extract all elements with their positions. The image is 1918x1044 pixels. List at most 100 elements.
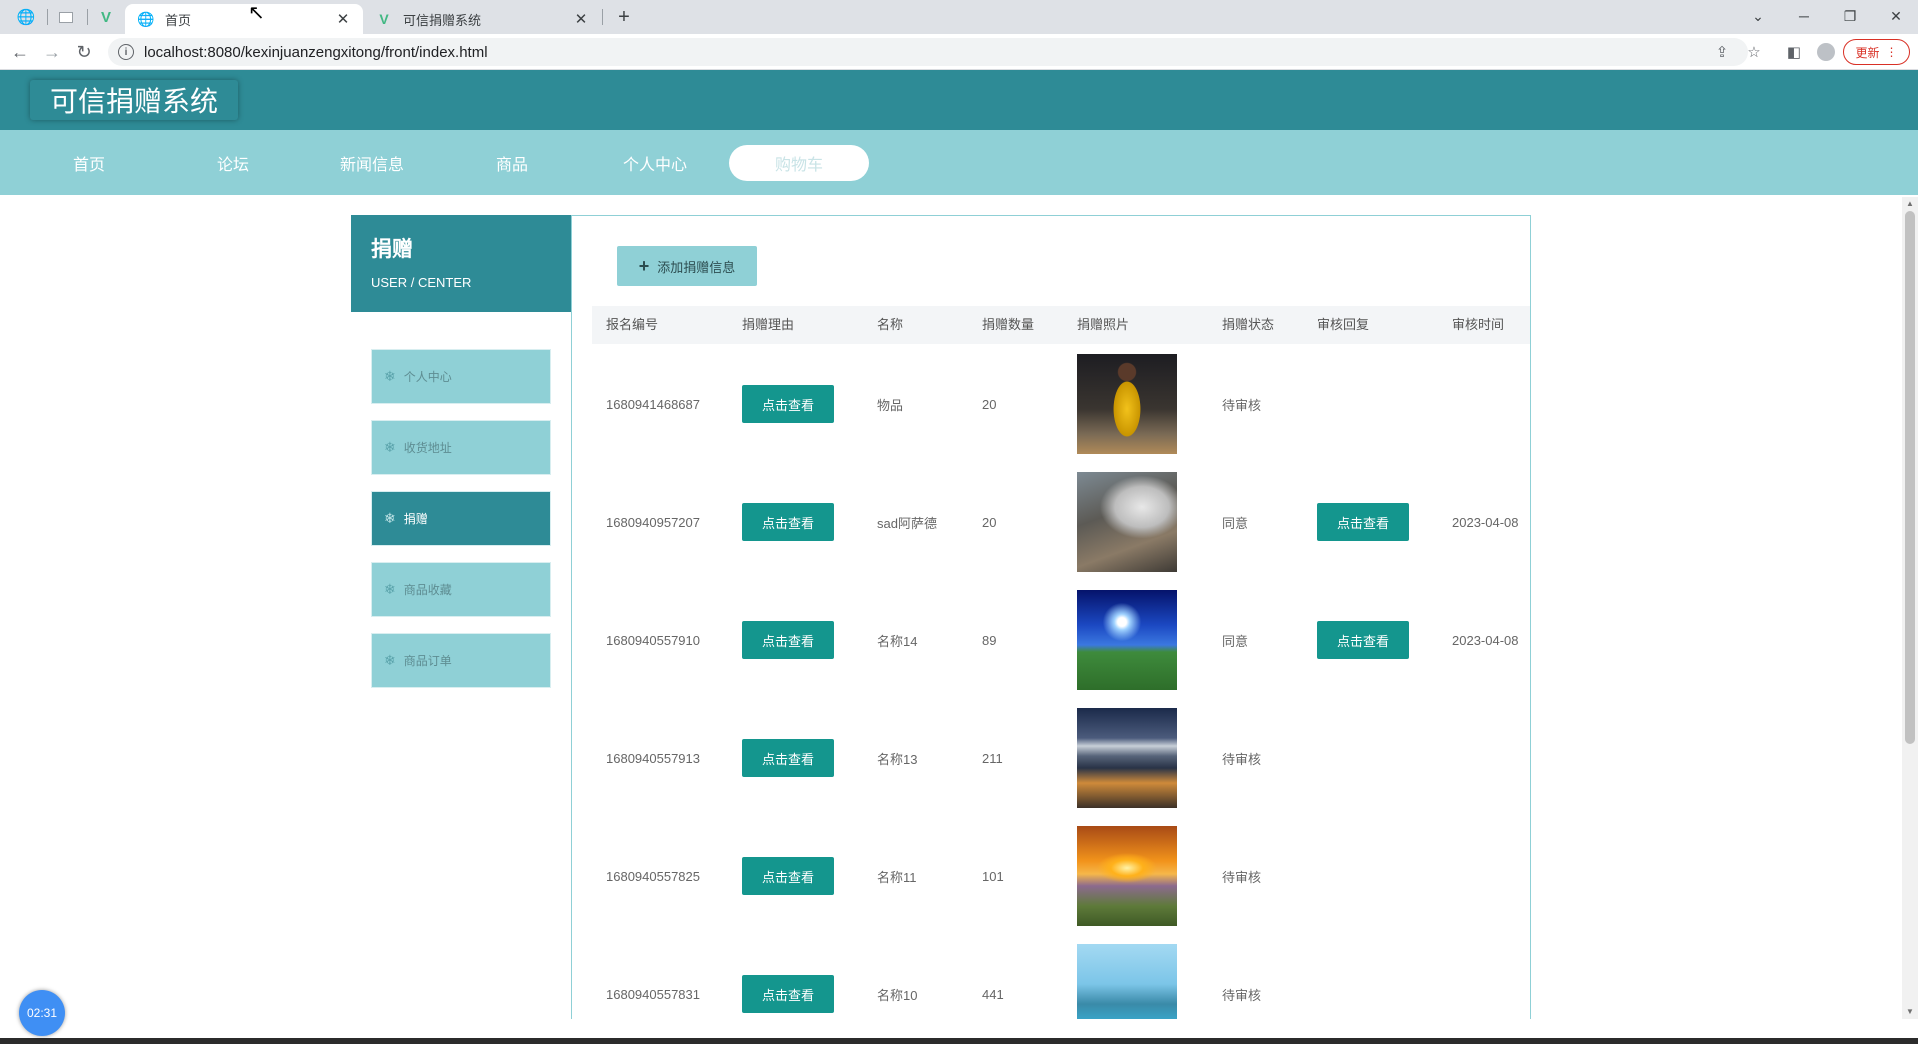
view-reply-button[interactable]: 点击查看 (1317, 503, 1409, 541)
timer-badge[interactable]: 02:31 (19, 990, 65, 1036)
snowflake-icon: ❄ (384, 510, 396, 526)
side-panel-icon: ◧ (1786, 44, 1802, 61)
view-reason-button[interactable]: 点击查看 (742, 503, 834, 541)
bookmark-button[interactable]: ☆ (1742, 40, 1766, 64)
scroll-up-arrow-icon[interactable]: ▲ (1902, 197, 1918, 209)
site-logo[interactable]: 可信捐赠系统 (30, 80, 239, 120)
photo-cell (1077, 708, 1177, 808)
main-nav: 首页 论坛 新闻信息 商品 个人中心 购物车 (0, 130, 1918, 195)
sidebar-item-user-center[interactable]: ❄ 个人中心 (371, 349, 551, 404)
nav-cart[interactable]: 购物车 (729, 145, 869, 181)
profile-button[interactable] (1814, 40, 1838, 64)
close-icon: ✕ (1890, 7, 1902, 24)
table-row: 1680941468687 点击查看 物品 20 待审核 (592, 354, 1530, 472)
cliff-steam-photo[interactable] (1077, 472, 1177, 572)
sunset-field-photo[interactable] (1077, 826, 1177, 926)
chevron-down-icon: ⌄ (1752, 7, 1764, 24)
side-panel-button[interactable]: ◧ (1782, 40, 1806, 64)
view-reason-button[interactable]: 点击查看 (742, 739, 834, 777)
page-scrollbar[interactable]: ▲ ▼ (1902, 197, 1918, 1019)
scroll-down-arrow-icon[interactable]: ▼ (1902, 1005, 1918, 1017)
close-icon[interactable]: ✕ (573, 10, 589, 28)
item-name: sad阿萨德 (877, 515, 937, 531)
item-quantity: 441 (982, 986, 1004, 1002)
lake-sky-photo[interactable] (1077, 944, 1177, 1025)
browser-tab-strip: 🌐 V 🌐 首页 ✕ V 可信捐赠系统 ✕ + ⌄ ─ ❐ ✕ (0, 0, 1918, 34)
reply-cell: 点击查看 (1317, 590, 1409, 690)
table-header: 报名编号 捐赠理由 名称 捐赠数量 捐赠照片 捐赠状态 审核回复 审核时间 (592, 306, 1530, 344)
close-icon[interactable]: ✕ (335, 10, 351, 28)
photo-cell (1077, 826, 1177, 926)
sidebar-item-label: 商品订单 (403, 654, 452, 668)
nav-forum[interactable]: 论坛 (193, 145, 273, 181)
donation-id: 1680940557831 (606, 986, 700, 1002)
plus-icon: + (618, 5, 630, 28)
column-header: 捐赠数量 (982, 317, 1035, 332)
minimize-button[interactable]: ─ (1781, 2, 1827, 30)
reason-cell: 点击查看 (742, 944, 834, 1025)
sidebar-item-donation[interactable]: ❄ 捐赠 (371, 491, 551, 546)
pinned-tab-globe[interactable]: 🌐 (8, 4, 44, 30)
restore-button[interactable]: ❐ (1827, 2, 1873, 30)
info-icon[interactable]: i (118, 44, 134, 60)
reason-cell: 点击查看 (742, 826, 834, 926)
donation-panel: + 添加捐赠信息 报名编号 捐赠理由 名称 捐赠数量 捐赠照片 捐赠状态 审核回… (571, 215, 1531, 1025)
minimize-icon: ─ (1799, 8, 1809, 24)
sidebar-item-label: 收货地址 (403, 441, 452, 455)
scroll-thumb[interactable] (1905, 211, 1915, 744)
sidebar-subtitle: USER / CENTER (371, 275, 472, 290)
add-donation-button[interactable]: + 添加捐赠信息 (617, 246, 757, 286)
view-reason-button[interactable]: 点击查看 (742, 385, 834, 423)
item-quantity: 211 (982, 750, 1003, 766)
sidebar-item-orders[interactable]: ❄ 商品订单 (371, 633, 551, 688)
snowflake-icon: ❄ (384, 652, 396, 668)
address-toolbar: ← → ↻ i localhost:8080/kexinjuanzengxito… (0, 34, 1918, 70)
nav-news[interactable]: 新闻信息 (327, 145, 417, 181)
close-window-button[interactable]: ✕ (1873, 2, 1918, 30)
new-tab-button[interactable]: + (606, 4, 642, 30)
plus-icon: + (638, 255, 650, 276)
back-button[interactable]: ← (6, 39, 34, 65)
pinned-tab-vue[interactable]: V (88, 4, 124, 30)
sidebar-item-favorites[interactable]: ❄ 商品收藏 (371, 562, 551, 617)
sidebar-header: 捐赠 USER / CENTER (351, 215, 571, 312)
share-button[interactable]: ⇪ (1710, 40, 1734, 64)
reload-button[interactable]: ↻ (70, 39, 98, 65)
item-quantity: 101 (982, 868, 1004, 884)
url-bar[interactable]: i localhost:8080/kexinjuanzengxitong/fro… (108, 38, 1748, 66)
tab-home[interactable]: 🌐 首页 ✕ (125, 4, 363, 34)
arrow-right-icon: → (43, 41, 61, 62)
table-row: 1680940957207 点击查看 sad阿萨德 20 同意 点击查看 202… (592, 472, 1530, 590)
donation-id: 1680940957207 (606, 514, 700, 530)
basketball-player-photo[interactable] (1077, 354, 1177, 454)
share-icon: ⇪ (1715, 44, 1729, 61)
arrow-left-icon: ← (11, 41, 29, 62)
item-name: 名称10 (877, 987, 918, 1003)
update-button[interactable]: 更新 ⋮ (1843, 39, 1910, 65)
tab-separator (602, 9, 603, 25)
tab-search-button[interactable]: ⌄ (1735, 2, 1781, 30)
reason-cell: 点击查看 (742, 708, 834, 808)
table-row: 1680940557825 点击查看 名称11 101 待审核 (592, 826, 1530, 944)
nav-user-center[interactable]: 个人中心 (610, 145, 700, 181)
reason-cell: 点击查看 (742, 472, 834, 572)
view-reply-button[interactable]: 点击查看 (1317, 621, 1409, 659)
reason-cell: 点击查看 (742, 590, 834, 690)
star-icon: ☆ (1747, 44, 1761, 61)
view-reason-button[interactable]: 点击查看 (742, 857, 834, 895)
view-reason-button[interactable]: 点击查看 (742, 621, 834, 659)
snowflake-icon: ❄ (384, 439, 396, 455)
snowflake-icon: ❄ (384, 368, 396, 384)
update-label: 更新 (1855, 45, 1880, 60)
nav-home[interactable]: 首页 (49, 145, 129, 181)
tab-donation-system[interactable]: V 可信捐赠系统 ✕ (363, 4, 601, 34)
sidebar-item-address[interactable]: ❄ 收货地址 (371, 420, 551, 475)
blue-sky-grass-photo[interactable] (1077, 590, 1177, 690)
pinned-tab-blank[interactable] (48, 4, 84, 30)
mountain-city-photo[interactable] (1077, 708, 1177, 808)
forward-button[interactable]: → (38, 39, 66, 65)
table-row: 1680940557831 点击查看 名称10 441 待审核 (592, 944, 1530, 1025)
nav-products[interactable]: 商品 (472, 145, 552, 181)
view-reason-button[interactable]: 点击查看 (742, 975, 834, 1013)
sidebar-item-label: 捐赠 (403, 512, 428, 526)
